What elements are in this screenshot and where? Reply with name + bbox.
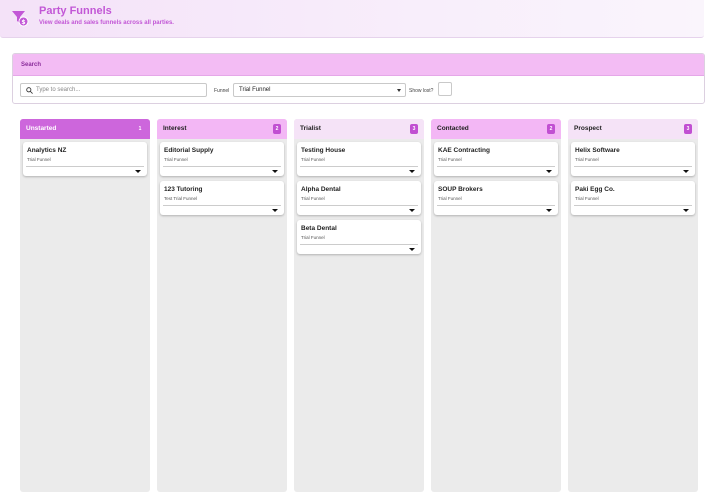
card-funnel: Trial Funnel [301, 196, 325, 201]
search-input[interactable]: Type to search... [20, 83, 207, 97]
card-funnel: Test Trial Funnel [164, 196, 198, 201]
deal-card[interactable]: Helix Software Trial Funnel [571, 142, 695, 176]
card-title: Paki Egg Co. [575, 186, 615, 193]
deal-card[interactable]: 123 Tutoring Test Trial Funnel [160, 181, 284, 215]
svg-text:$: $ [21, 19, 25, 26]
card-stage-select[interactable] [300, 205, 418, 213]
card-title: Testing House [301, 147, 346, 154]
chevron-down-icon [409, 170, 415, 173]
column-header: Unstarted 1 [20, 119, 150, 139]
card-stage-select[interactable] [574, 205, 692, 213]
card-stage-select[interactable] [26, 166, 144, 174]
chevron-down-icon [546, 170, 552, 173]
column-title: Trialist [300, 125, 321, 132]
card-funnel: Trial Funnel [575, 157, 599, 162]
funnel-dollar-icon: $ [12, 11, 29, 27]
column-count-badge: 3 [410, 124, 418, 134]
card-title: KAE Contracting [438, 147, 490, 154]
card-funnel: Trial Funnel [301, 235, 325, 240]
card-stage-select[interactable] [163, 205, 281, 213]
card-title: Editorial Supply [164, 147, 214, 154]
deal-card[interactable]: Analytics NZ Trial Funnel [23, 142, 147, 176]
card-stage-select[interactable] [300, 166, 418, 174]
funnel-select[interactable]: Trial Funnel [233, 83, 406, 97]
card-funnel: Trial Funnel [27, 157, 51, 162]
column-header: Contacted 2 [431, 119, 561, 139]
column-interest: Interest 2 Editorial Supply Trial Funnel… [157, 119, 287, 492]
deal-card[interactable]: Paki Egg Co. Trial Funnel [571, 181, 695, 215]
deal-card[interactable]: Testing House Trial Funnel [297, 142, 421, 176]
column-title: Contacted [437, 125, 469, 132]
card-stage-select[interactable] [437, 166, 555, 174]
chevron-down-icon [272, 170, 278, 173]
column-count-badge: 2 [547, 124, 555, 134]
column-title: Prospect [574, 125, 602, 132]
card-title: Beta Dental [301, 225, 337, 232]
deal-card[interactable]: KAE Contracting Trial Funnel [434, 142, 558, 176]
column-header: Prospect 3 [568, 119, 698, 139]
card-stage-select[interactable] [574, 166, 692, 174]
deal-card[interactable]: Beta Dental Trial Funnel [297, 220, 421, 254]
card-title: SOUP Brokers [438, 186, 483, 193]
column-prospect: Prospect 3 Helix Software Trial Funnel P… [568, 119, 698, 492]
search-section-title: Search [13, 54, 704, 76]
chevron-down-icon [397, 89, 401, 92]
column-header: Trialist 3 [294, 119, 424, 139]
chevron-down-icon [409, 209, 415, 212]
chevron-down-icon [683, 170, 689, 173]
search-placeholder: Type to search... [36, 87, 81, 93]
column-title: Interest [163, 125, 187, 132]
page-header: $ Party Funnels View deals and sales fun… [0, 0, 704, 38]
search-icon [26, 87, 33, 94]
card-title: 123 Tutoring [164, 186, 203, 193]
page-subtitle: View deals and sales funnels across all … [39, 20, 174, 26]
chevron-down-icon [409, 248, 415, 251]
column-title: Unstarted [26, 125, 57, 132]
chevron-down-icon [683, 209, 689, 212]
show-lost-label: Show lost? [409, 88, 434, 94]
deal-card[interactable]: Editorial Supply Trial Funnel [160, 142, 284, 176]
chevron-down-icon [546, 209, 552, 212]
card-funnel: Trial Funnel [438, 196, 462, 201]
column-contacted: Contacted 2 KAE Contracting Trial Funnel… [431, 119, 561, 492]
card-title: Alpha Dental [301, 186, 341, 193]
column-count-badge: 2 [273, 124, 281, 134]
card-title: Analytics NZ [27, 147, 67, 154]
column-trialist: Trialist 3 Testing House Trial Funnel Al… [294, 119, 424, 492]
card-funnel: Trial Funnel [575, 196, 599, 201]
show-lost-checkbox[interactable] [438, 82, 452, 96]
card-title: Helix Software [575, 147, 620, 154]
deal-card[interactable]: Alpha Dental Trial Funnel [297, 181, 421, 215]
card-funnel: Trial Funnel [301, 157, 325, 162]
card-funnel: Trial Funnel [164, 157, 188, 162]
chevron-down-icon [135, 170, 141, 173]
column-header: Interest 2 [157, 119, 287, 139]
column-count-badge: 1 [136, 124, 144, 134]
column-unstarted: Unstarted 1 Analytics NZ Trial Funnel [20, 119, 150, 492]
column-count-badge: 3 [684, 124, 692, 134]
card-funnel: Trial Funnel [438, 157, 462, 162]
chevron-down-icon [272, 209, 278, 212]
page-title: Party Funnels [39, 5, 112, 17]
funnel-select-value: Trial Funnel [239, 87, 271, 93]
card-stage-select[interactable] [163, 166, 281, 174]
funnel-label: Funnel [214, 88, 230, 94]
card-stage-select[interactable] [437, 205, 555, 213]
deal-card[interactable]: SOUP Brokers Trial Funnel [434, 181, 558, 215]
card-stage-select[interactable] [300, 244, 418, 252]
search-panel: Search Type to search... Funnel Trial Fu… [12, 53, 705, 104]
